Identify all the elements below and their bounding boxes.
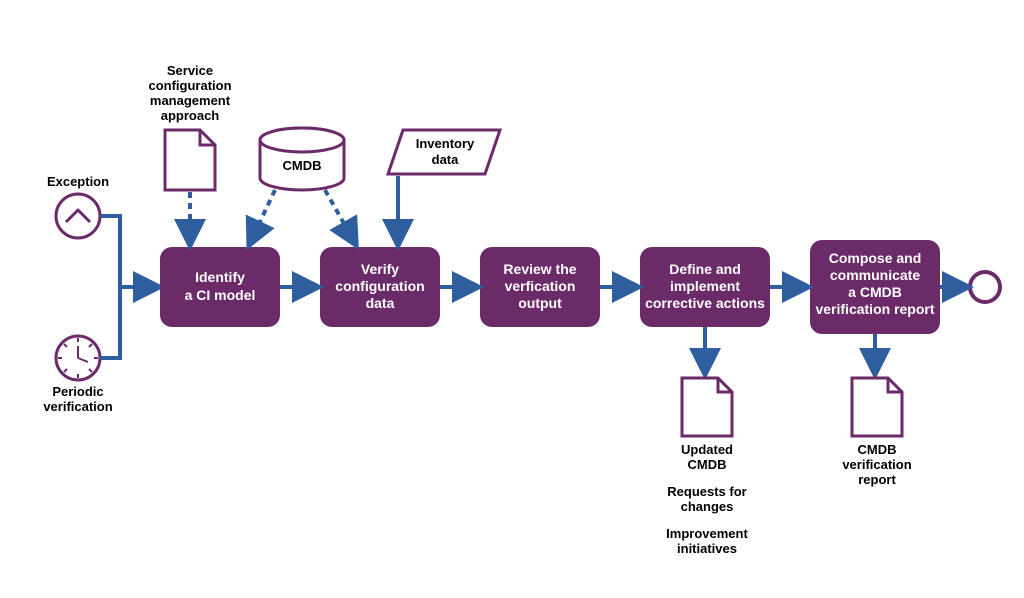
step-define-corrective-actions: Define and implement corrective actions bbox=[640, 247, 770, 327]
approach-l4: approach bbox=[161, 108, 220, 123]
out4-l1: CMDB bbox=[858, 442, 897, 457]
step5-line2: communicate bbox=[830, 267, 920, 283]
periodic-label-2: verification bbox=[43, 399, 112, 414]
output-updated-cmdb-doc bbox=[682, 378, 732, 436]
step4-line1: Define and bbox=[669, 261, 741, 277]
inventory-l1: Inventory bbox=[416, 136, 475, 151]
step2-line1: Verify bbox=[361, 261, 399, 277]
input-approach-doc: Service configuration management approac… bbox=[148, 63, 231, 190]
out1-l1: Updated bbox=[681, 442, 733, 457]
step-compose-verification-report: Compose and communicate a CMDB verificat… bbox=[810, 240, 940, 334]
step5-line3: a CMDB bbox=[848, 284, 902, 300]
trigger-exception: Exception bbox=[47, 174, 109, 238]
step2-line2: configuration bbox=[335, 278, 424, 294]
end-terminator bbox=[970, 272, 1000, 302]
step3-line2: verfication bbox=[505, 278, 576, 294]
out1-l2: CMDB bbox=[688, 457, 727, 472]
step4-line3: corrective actions bbox=[645, 295, 765, 311]
step1-line2: a CI model bbox=[185, 287, 256, 303]
periodic-label-1: Periodic bbox=[52, 384, 103, 399]
out2-l1: Requests for bbox=[667, 484, 746, 499]
step-review-verification-output: Review the verfication output bbox=[480, 247, 600, 327]
cmdb-label: CMDB bbox=[283, 158, 322, 173]
trigger-periodic: Periodic verification bbox=[43, 336, 112, 414]
arrow-cmdb-to-s1 bbox=[250, 190, 275, 243]
diagram-root: Exception Periodic verification Identify… bbox=[0, 0, 1024, 598]
input-cmdb-db: CMDB bbox=[260, 128, 344, 190]
inventory-l2: data bbox=[432, 152, 460, 167]
approach-l2: configuration bbox=[148, 78, 231, 93]
arrow-cmdb-to-s2 bbox=[325, 190, 355, 243]
step4-line2: implement bbox=[670, 278, 740, 294]
step1-line1: Identify bbox=[195, 269, 245, 285]
input-inventory-data: Inventory data bbox=[388, 130, 500, 174]
approach-l3: management bbox=[150, 93, 231, 108]
step-verify-config-data: Verify configuration data bbox=[320, 247, 440, 327]
step3-line3: output bbox=[518, 295, 562, 311]
trigger-merge-line bbox=[100, 216, 120, 358]
step2-line3: data bbox=[366, 295, 395, 311]
out3-l2: initiatives bbox=[677, 541, 737, 556]
step5-line4: verification report bbox=[815, 301, 934, 317]
step5-line1: Compose and bbox=[829, 250, 922, 266]
out2-l2: changes bbox=[681, 499, 734, 514]
step3-line1: Review the bbox=[503, 261, 576, 277]
out3-l1: Improvement bbox=[666, 526, 748, 541]
out4-l2: verification bbox=[842, 457, 911, 472]
step-identify-ci-model: Identify a CI model bbox=[160, 247, 280, 327]
output-verification-report-doc bbox=[852, 378, 902, 436]
out4-l3: report bbox=[858, 472, 896, 487]
exception-label: Exception bbox=[47, 174, 109, 189]
approach-l1: Service bbox=[167, 63, 213, 78]
